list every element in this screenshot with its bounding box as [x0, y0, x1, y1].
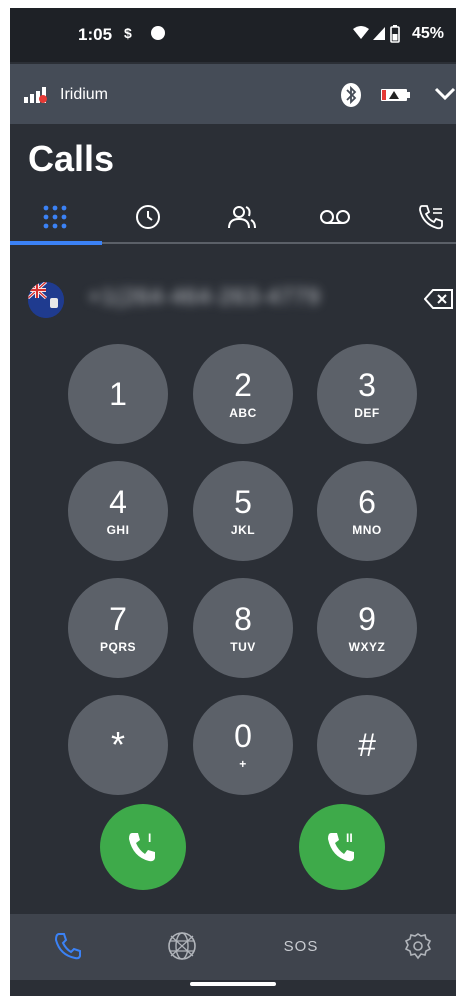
- bottom-nav: SOS: [10, 914, 456, 980]
- clock-icon: [136, 205, 160, 229]
- cell-signal-icon: [372, 25, 386, 46]
- phone-icon: [54, 933, 81, 960]
- key-0[interactable]: 0 +: [193, 695, 293, 795]
- svg-text:I: I: [148, 831, 151, 845]
- key-digit: 1: [109, 376, 127, 412]
- wifi-icon: [352, 25, 370, 46]
- key-letters: DEF: [354, 406, 380, 420]
- satellite-signal-icon: [24, 87, 47, 103]
- key-digit: 5: [234, 484, 252, 520]
- tab-recents[interactable]: [113, 194, 183, 240]
- gear-icon: [404, 933, 432, 960]
- contacts-icon: [228, 206, 256, 229]
- tab-voicemail[interactable]: [300, 194, 370, 240]
- key-digit: 9: [358, 601, 376, 637]
- sync-icon: $: [122, 25, 138, 46]
- sos-label: SOS: [283, 937, 319, 955]
- svg-text:II: II: [346, 831, 353, 845]
- key-letters: PQRS: [99, 640, 136, 654]
- chevron-down-icon[interactable]: [434, 86, 456, 102]
- key-digit: 4: [109, 484, 127, 520]
- key-3[interactable]: 3 DEF: [317, 344, 417, 444]
- iridium-connection-bar[interactable]: Iridium: [10, 64, 456, 124]
- notification-dot-icon: [150, 25, 166, 46]
- tab-call-log[interactable]: [396, 194, 456, 240]
- dialpad-icon: [43, 205, 67, 229]
- home-indicator[interactable]: [190, 982, 276, 986]
- key-7[interactable]: 7 PQRS: [68, 578, 168, 678]
- key-letters: GHI: [106, 523, 130, 537]
- call-line-1-button[interactable]: I: [100, 804, 186, 890]
- key-2[interactable]: 2 ABC: [193, 344, 293, 444]
- tab-contacts[interactable]: [207, 194, 277, 240]
- call-log-icon: [419, 205, 443, 230]
- tab-bar: [10, 194, 456, 248]
- key-5[interactable]: 5 JKL: [193, 461, 293, 561]
- nav-sos[interactable]: SOS: [274, 928, 328, 964]
- globe-icon: [168, 932, 196, 960]
- key-digit: *: [110, 724, 125, 765]
- backspace-icon[interactable]: [424, 288, 454, 310]
- key-6[interactable]: 6 MNO: [317, 461, 417, 561]
- key-digit: 8: [234, 601, 252, 637]
- status-time: 1:05: [78, 25, 113, 44]
- phone-icon: II: [328, 831, 354, 862]
- tab-dialpad[interactable]: [20, 194, 90, 240]
- key-digit: 2: [234, 367, 252, 403]
- phone-number-display[interactable]: +1(264-464-263-4779: [88, 284, 408, 316]
- key-digit: #: [358, 727, 376, 763]
- tab-active-indicator: [10, 241, 102, 245]
- key-9[interactable]: 9 WXYZ: [317, 578, 417, 678]
- key-digit: 7: [109, 601, 127, 637]
- key-1[interactable]: 1: [68, 344, 168, 444]
- status-bar: 1:05 $ 45%: [10, 8, 456, 62]
- battery-percent: 45%: [411, 25, 444, 42]
- key-letters: TUV: [230, 640, 256, 654]
- nav-calls[interactable]: [48, 928, 88, 964]
- bluetooth-icon: [341, 83, 361, 107]
- key-letters: JKL: [230, 523, 256, 537]
- key-letters: ABC: [229, 406, 257, 420]
- call-line-2-button[interactable]: II: [299, 804, 385, 890]
- network-name: Iridium: [60, 86, 109, 103]
- key-digit: 0: [234, 718, 252, 754]
- key-4[interactable]: 4 GHI: [68, 461, 168, 561]
- phone-icon: I: [129, 831, 155, 862]
- key-hash[interactable]: #: [317, 695, 417, 795]
- voicemail-icon: [320, 210, 350, 224]
- svg-text:$: $: [124, 25, 132, 41]
- device-battery-icon: [381, 89, 410, 101]
- nav-globe[interactable]: [162, 928, 202, 964]
- key-star[interactable]: *: [68, 695, 168, 795]
- key-digit: 3: [358, 367, 376, 403]
- nav-settings[interactable]: [398, 928, 438, 964]
- country-flag-icon[interactable]: [28, 282, 64, 318]
- battery-icon: [390, 25, 400, 48]
- key-letters: WXYZ: [348, 640, 386, 654]
- key-letters: +: [239, 757, 247, 771]
- page-title: Calls: [28, 138, 115, 179]
- phone-screen: 1:05 $ 45% Iridium Calls +1(264-464-263-…: [10, 8, 456, 996]
- key-digit: 6: [358, 484, 376, 520]
- key-8[interactable]: 8 TUV: [193, 578, 293, 678]
- key-letters: MNO: [352, 523, 382, 537]
